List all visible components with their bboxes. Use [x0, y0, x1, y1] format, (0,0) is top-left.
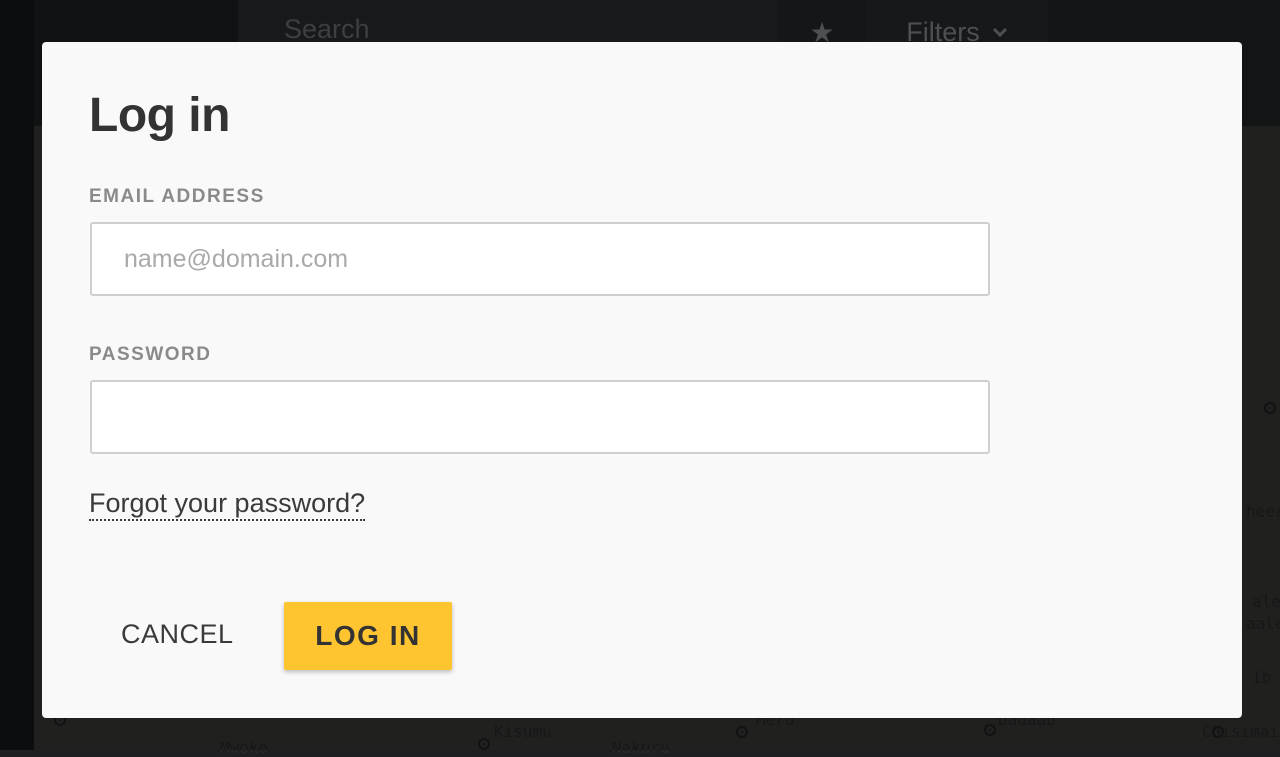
dialog-title: Log in	[89, 89, 230, 142]
email-label: EMAIL ADDRESS	[89, 186, 265, 207]
login-button[interactable]: LOG IN	[284, 602, 452, 670]
email-field[interactable]	[90, 222, 990, 296]
forgot-password-link[interactable]: Forgot your password?	[89, 487, 366, 521]
password-field[interactable]	[90, 380, 990, 454]
login-dialog: Log in EMAIL ADDRESS PASSWORD Forgot you…	[42, 42, 1242, 718]
password-label: PASSWORD	[89, 344, 212, 365]
cancel-button[interactable]: CANCEL	[121, 619, 234, 650]
